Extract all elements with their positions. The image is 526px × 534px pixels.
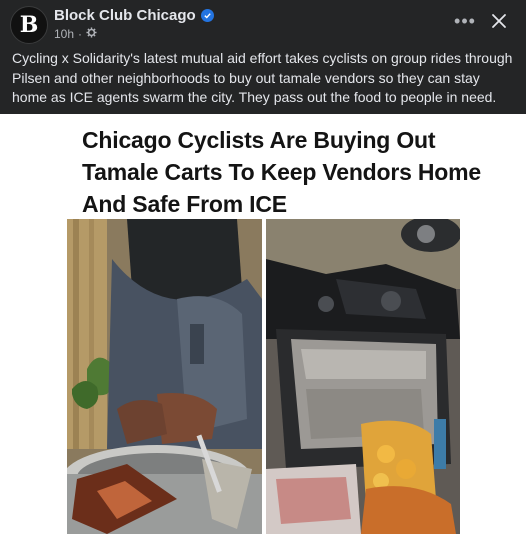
post-caption: Cycling x Solidarity's latest mutual aid… bbox=[12, 50, 513, 105]
gear-icon bbox=[86, 27, 97, 41]
article-preview-image[interactable]: Chicago Cyclists Are Buying Out Tamale C… bbox=[0, 114, 526, 534]
bike-bag-with-tamales-photo bbox=[266, 219, 460, 534]
page-avatar[interactable]: B bbox=[10, 6, 48, 44]
verified-badge-icon bbox=[200, 9, 214, 22]
avatar-letter: B bbox=[19, 12, 39, 38]
page-name[interactable]: Block Club Chicago bbox=[54, 7, 196, 24]
vendor-with-tamale-pot-photo bbox=[67, 219, 262, 534]
page-name-link[interactable]: Block Club Chicago bbox=[54, 7, 214, 24]
more-options-button[interactable]: ••• bbox=[452, 10, 478, 32]
post-header: B Block Club Chicago 10h · ••• bbox=[0, 0, 526, 44]
post-meta: 10h · bbox=[54, 27, 97, 41]
close-button[interactable] bbox=[486, 8, 512, 34]
more-options-icon: ••• bbox=[454, 10, 476, 31]
post-timestamp[interactable]: 10h bbox=[54, 27, 74, 41]
meta-separator: · bbox=[78, 27, 83, 41]
close-icon bbox=[492, 14, 506, 28]
article-headline: Chicago Cyclists Are Buying Out Tamale C… bbox=[82, 127, 481, 217]
